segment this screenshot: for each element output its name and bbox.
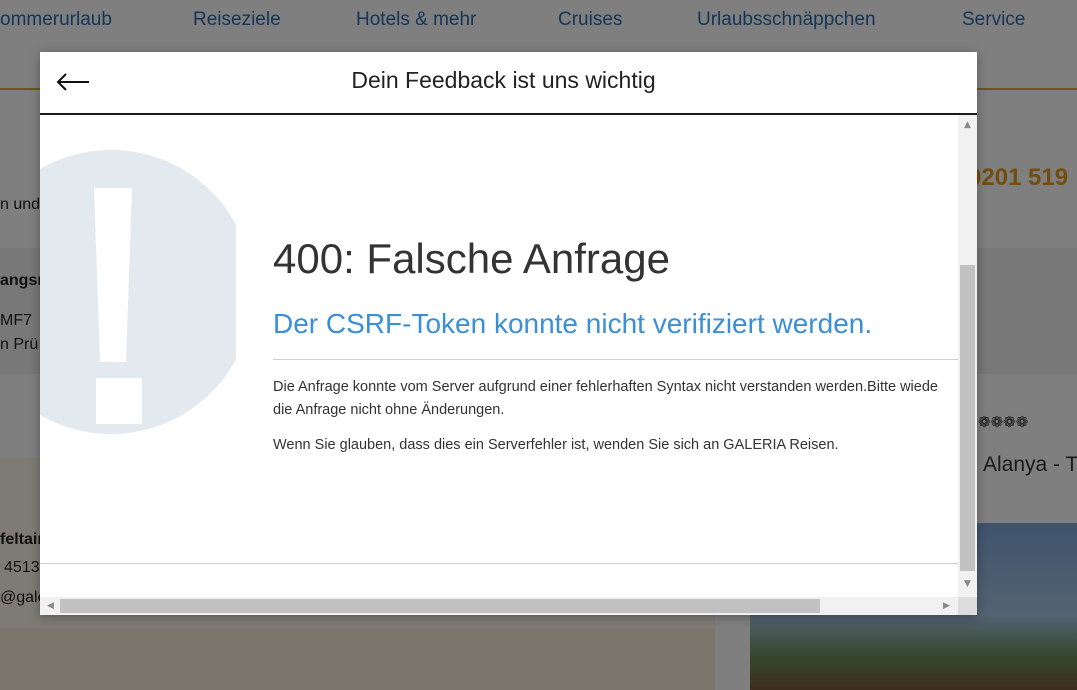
embedded-error-frame: 400: Falsche Anfrage Der CSRF-Token konn… <box>40 115 977 615</box>
error-contact-text: Wenn Sie glauben, dass dies ein Serverfe… <box>273 437 839 453</box>
error-title: 400: Falsche Anfrage <box>273 235 670 282</box>
error-description-line2: die Anfrage nicht ohne Änderungen. <box>273 402 505 418</box>
footer-divider <box>40 563 958 564</box>
vertical-scroll-thumb[interactable] <box>960 265 975 571</box>
vertical-scrollbar[interactable]: ▲ ▼ <box>958 115 977 597</box>
scroll-right-icon[interactable]: ▶ <box>939 599 954 614</box>
feedback-modal: Dein Feedback ist uns wichtig 400: Falsc… <box>40 52 977 615</box>
exclamation-icon <box>40 150 236 434</box>
error-description-line1: Die Anfrage konnte vom Server aufgrund e… <box>273 379 938 395</box>
horizontal-scroll-thumb[interactable] <box>60 599 820 613</box>
scroll-left-icon[interactable]: ◀ <box>43 599 58 614</box>
scroll-down-icon[interactable]: ▼ <box>960 577 975 592</box>
error-page: 400: Falsche Anfrage Der CSRF-Token konn… <box>40 115 958 597</box>
modal-header: Dein Feedback ist uns wichtig <box>40 52 977 115</box>
modal-title: Dein Feedback ist uns wichtig <box>351 67 656 93</box>
scroll-up-icon[interactable]: ▲ <box>960 118 975 133</box>
horizontal-scrollbar[interactable]: ◀ ▶ <box>40 597 958 615</box>
error-subtitle: Der CSRF-Token konnte nicht verifiziert … <box>273 308 873 339</box>
divider <box>273 359 958 360</box>
scrollbar-corner <box>958 597 977 615</box>
